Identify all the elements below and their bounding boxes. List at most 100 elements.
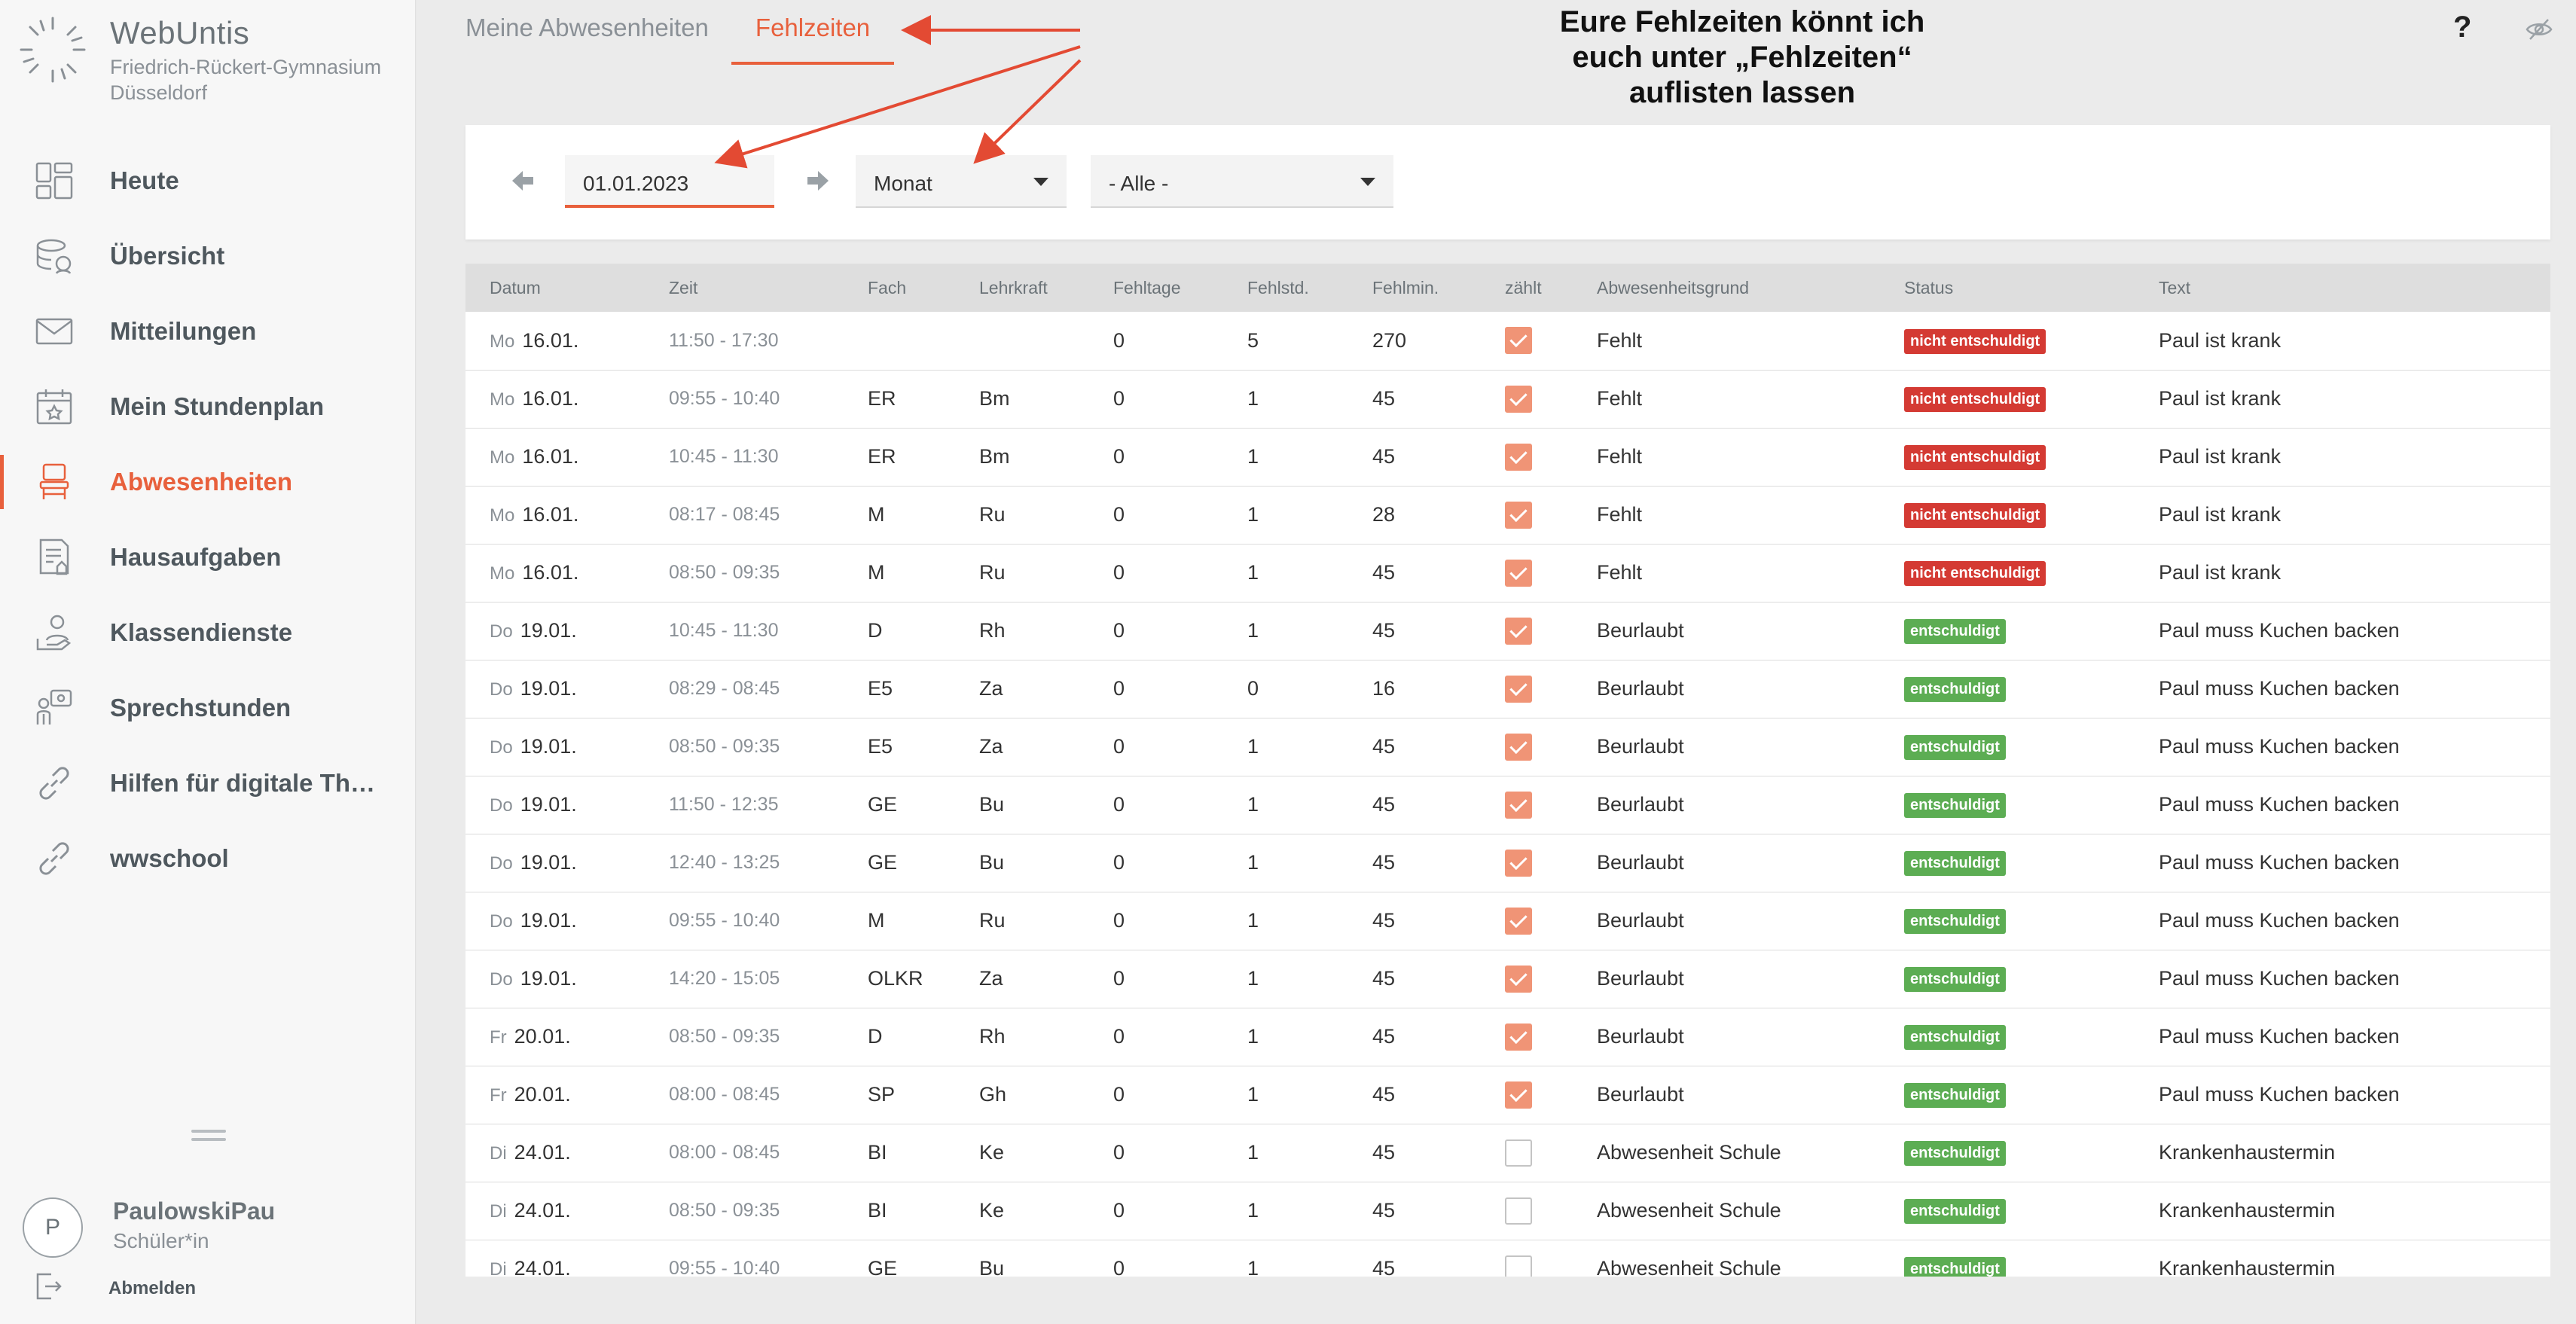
table-row[interactable]: Do 19.01. 11:50 - 12:35 GE Bu 0 1 45 Beurlaubt en…	[465, 776, 2550, 834]
sidebar-item-hilfen[interactable]: Hilfen für digitale The…	[0, 746, 416, 821]
tab-fehlzeiten[interactable]: Fehlzeiten	[731, 0, 895, 65]
missed-hours-cell: 1	[1247, 1199, 1259, 1222]
table-row[interactable]: Do 19.01. 12:40 - 13:25 GE Bu 0 1 45 Beurlaubt en…	[465, 834, 2550, 892]
table-row[interactable]: Di 24.01. 09:55 - 10:40 GE Bu 0 1 45 Abwesenheit…	[465, 1240, 2550, 1277]
help-button[interactable]: ?	[2453, 11, 2471, 44]
column-header[interactable]: Fehltage	[1089, 264, 1223, 312]
brand[interactable]: WebUntis Friedrich-Rückert-Gymnasium Düs…	[17, 14, 381, 104]
table-row[interactable]: Mo 16.01. 08:50 - 09:35 M Ru 0 1 45 Fehlt nicht e…	[465, 544, 2550, 602]
subject-cell: D	[868, 619, 883, 642]
counts-checkbox[interactable]	[1505, 617, 1532, 645]
previous-arrow-icon[interactable]	[508, 166, 538, 196]
status-cell: entschuldigt	[1880, 660, 2135, 718]
weekday: Do	[490, 737, 513, 758]
time-cell: 08:17 - 08:45	[669, 504, 780, 525]
table-row[interactable]: Do 19.01. 08:29 - 08:45 E5 Za 0 0 16 Beurlaubt en…	[465, 660, 2550, 718]
date-input[interactable]: 01.01.2023	[565, 155, 774, 208]
missed-minutes-cell: 45	[1372, 1025, 1396, 1048]
status-cell: entschuldigt	[1880, 1066, 2135, 1124]
counts-checkbox[interactable]	[1505, 327, 1532, 355]
text-cell: Paul muss Kuchen backen	[2159, 619, 2400, 642]
eye-slash-icon[interactable]	[2526, 18, 2553, 44]
counts-cell	[1481, 1124, 1573, 1182]
subject-cell	[844, 312, 955, 370]
counts-checkbox[interactable]	[1505, 965, 1532, 993]
sidebar-item-heute[interactable]: Heute	[0, 143, 416, 218]
counts-checkbox[interactable]	[1505, 1139, 1532, 1167]
counts-checkbox[interactable]	[1505, 1197, 1532, 1225]
sidebar-item-label: Abwesenheiten	[110, 468, 293, 496]
table-row[interactable]: Mo 16.01. 09:55 - 10:40 ER Bm 0 1 45 Fehlt nicht …	[465, 370, 2550, 428]
logout-button[interactable]: Abmelden	[33, 1271, 196, 1305]
counts-checkbox[interactable]	[1505, 1255, 1532, 1277]
column-header[interactable]: Status	[1880, 264, 2135, 312]
counts-checkbox[interactable]	[1505, 733, 1532, 761]
table-row[interactable]: Di 24.01. 08:50 - 09:35 BI Ke 0 1 45 Abwesenheit…	[465, 1182, 2550, 1240]
column-header[interactable]: Text	[2135, 264, 2550, 312]
sidebar-item-abwesenheiten[interactable]: Abwesenheiten	[0, 444, 416, 520]
column-header[interactable]: Fach	[844, 264, 955, 312]
counts-checkbox[interactable]	[1505, 1081, 1532, 1109]
counts-checkbox[interactable]	[1505, 501, 1532, 529]
column-header[interactable]: zählt	[1481, 264, 1573, 312]
date-cell: Fr 20.01.	[465, 1066, 645, 1124]
sidebar-resize-handle[interactable]	[191, 1130, 226, 1145]
date-cell: Di 24.01.	[465, 1124, 645, 1182]
table-row[interactable]: Mo 16.01. 08:17 - 08:45 M Ru 0 1 28 Fehlt nicht e…	[465, 486, 2550, 544]
table-row[interactable]: Fr 20.01. 08:00 - 08:45 SP Gh 0 1 45 Beurlaubt en…	[465, 1066, 2550, 1124]
missed-minutes-cell: 45	[1372, 619, 1396, 642]
sidebar-item-uebersicht[interactable]: Übersicht	[0, 218, 416, 294]
weekday: Fr	[490, 1027, 507, 1048]
calendar-icon	[32, 384, 77, 429]
period-select[interactable]: Monat	[856, 155, 1067, 208]
table-row[interactable]: Do 19.01. 08:50 - 09:35 E5 Za 0 1 45 Beurlaubt en…	[465, 718, 2550, 776]
table-row[interactable]: Di 24.01. 08:00 - 08:45 BI Ke 0 1 45 Abwesenheit…	[465, 1124, 2550, 1182]
column-header[interactable]: Fehlstd.	[1223, 264, 1348, 312]
column-header[interactable]: Zeit	[645, 264, 844, 312]
absence-table: Datum Zeit Fach Lehrkraft Fehltage Fehlstd. Fe…	[465, 264, 2550, 1277]
avatar[interactable]: P	[23, 1197, 83, 1258]
next-arrow-icon[interactable]	[803, 166, 833, 196]
counts-checkbox[interactable]	[1505, 385, 1532, 413]
column-header[interactable]: Abwesenheitsgrund	[1573, 264, 1880, 312]
sidebar-item-sprechstunden[interactable]: Sprechstunden	[0, 670, 416, 746]
sidebar-item-hausaufgaben[interactable]: Hausaufgaben	[0, 520, 416, 595]
sidebar-item-label: Mein Stundenplan	[110, 392, 325, 420]
sidebar-item-wwschool[interactable]: wwschool	[0, 821, 416, 896]
text-cell: Paul ist krank	[2159, 561, 2281, 584]
column-header[interactable]: Datum	[465, 264, 645, 312]
subject-cell: SP	[868, 1083, 896, 1106]
table-row[interactable]: Mo 16.01. 11:50 - 17:30 0 5 270 Fehlt nicht ent…	[465, 312, 2550, 370]
weekday: Di	[490, 1259, 507, 1277]
tab-meine-abwesenheiten[interactable]: Meine Abwesenheiten	[465, 0, 709, 65]
table-row[interactable]: Fr 20.01. 08:50 - 09:35 D Rh 0 1 45 Beurlaubt ent…	[465, 1008, 2550, 1066]
table-body: Mo 16.01. 11:50 - 17:30 0 5 270 Fehlt nicht ent…	[465, 312, 2550, 1277]
sidebar-item-klassendienste[interactable]: Klassendienste	[0, 595, 416, 670]
missed-days-cell: 0	[1113, 1025, 1125, 1048]
counts-checkbox[interactable]	[1505, 443, 1532, 471]
date: 19.01.	[520, 793, 577, 816]
counts-checkbox[interactable]	[1505, 675, 1532, 703]
counts-checkbox[interactable]	[1505, 849, 1532, 877]
table-row[interactable]: Do 19.01. 14:20 - 15:05 OLKR Za 0 1 45 Beurlaubt…	[465, 950, 2550, 1008]
table-row[interactable]: Do 19.01. 10:45 - 11:30 D Rh 0 1 45 Beurlaubt ent…	[465, 602, 2550, 660]
weekday: Do	[490, 969, 513, 990]
absence-table-container[interactable]: Datum Zeit Fach Lehrkraft Fehltage Fehlstd. Fe…	[465, 264, 2550, 1277]
counts-checkbox[interactable]	[1505, 1023, 1532, 1051]
status-cell: entschuldigt	[1880, 718, 2135, 776]
counts-checkbox[interactable]	[1505, 559, 1532, 587]
column-header[interactable]: Fehlmin.	[1348, 264, 1481, 312]
table-row[interactable]: Do 19.01. 09:55 - 10:40 M Ru 0 1 45 Beurlaubt ent…	[465, 892, 2550, 950]
text-cell: Paul muss Kuchen backen	[2159, 909, 2400, 932]
status-cell: entschuldigt	[1880, 1008, 2135, 1066]
sidebar-item-stundenplan[interactable]: Mein Stundenplan	[0, 369, 416, 444]
counts-checkbox[interactable]	[1505, 907, 1532, 935]
missed-minutes-cell: 45	[1372, 387, 1396, 410]
column-header[interactable]: Lehrkraft	[955, 264, 1089, 312]
status-cell: entschuldigt	[1880, 834, 2135, 892]
counts-checkbox[interactable]	[1505, 791, 1532, 819]
filter-select[interactable]: - Alle -	[1091, 155, 1393, 208]
table-row[interactable]: Mo 16.01. 10:45 - 11:30 ER Bm 0 1 45 Fehlt nicht …	[465, 428, 2550, 486]
sidebar-item-mitteilungen[interactable]: Mitteilungen	[0, 294, 416, 369]
user-profile[interactable]: P PaulowskiPau Schüler*in	[23, 1197, 275, 1258]
